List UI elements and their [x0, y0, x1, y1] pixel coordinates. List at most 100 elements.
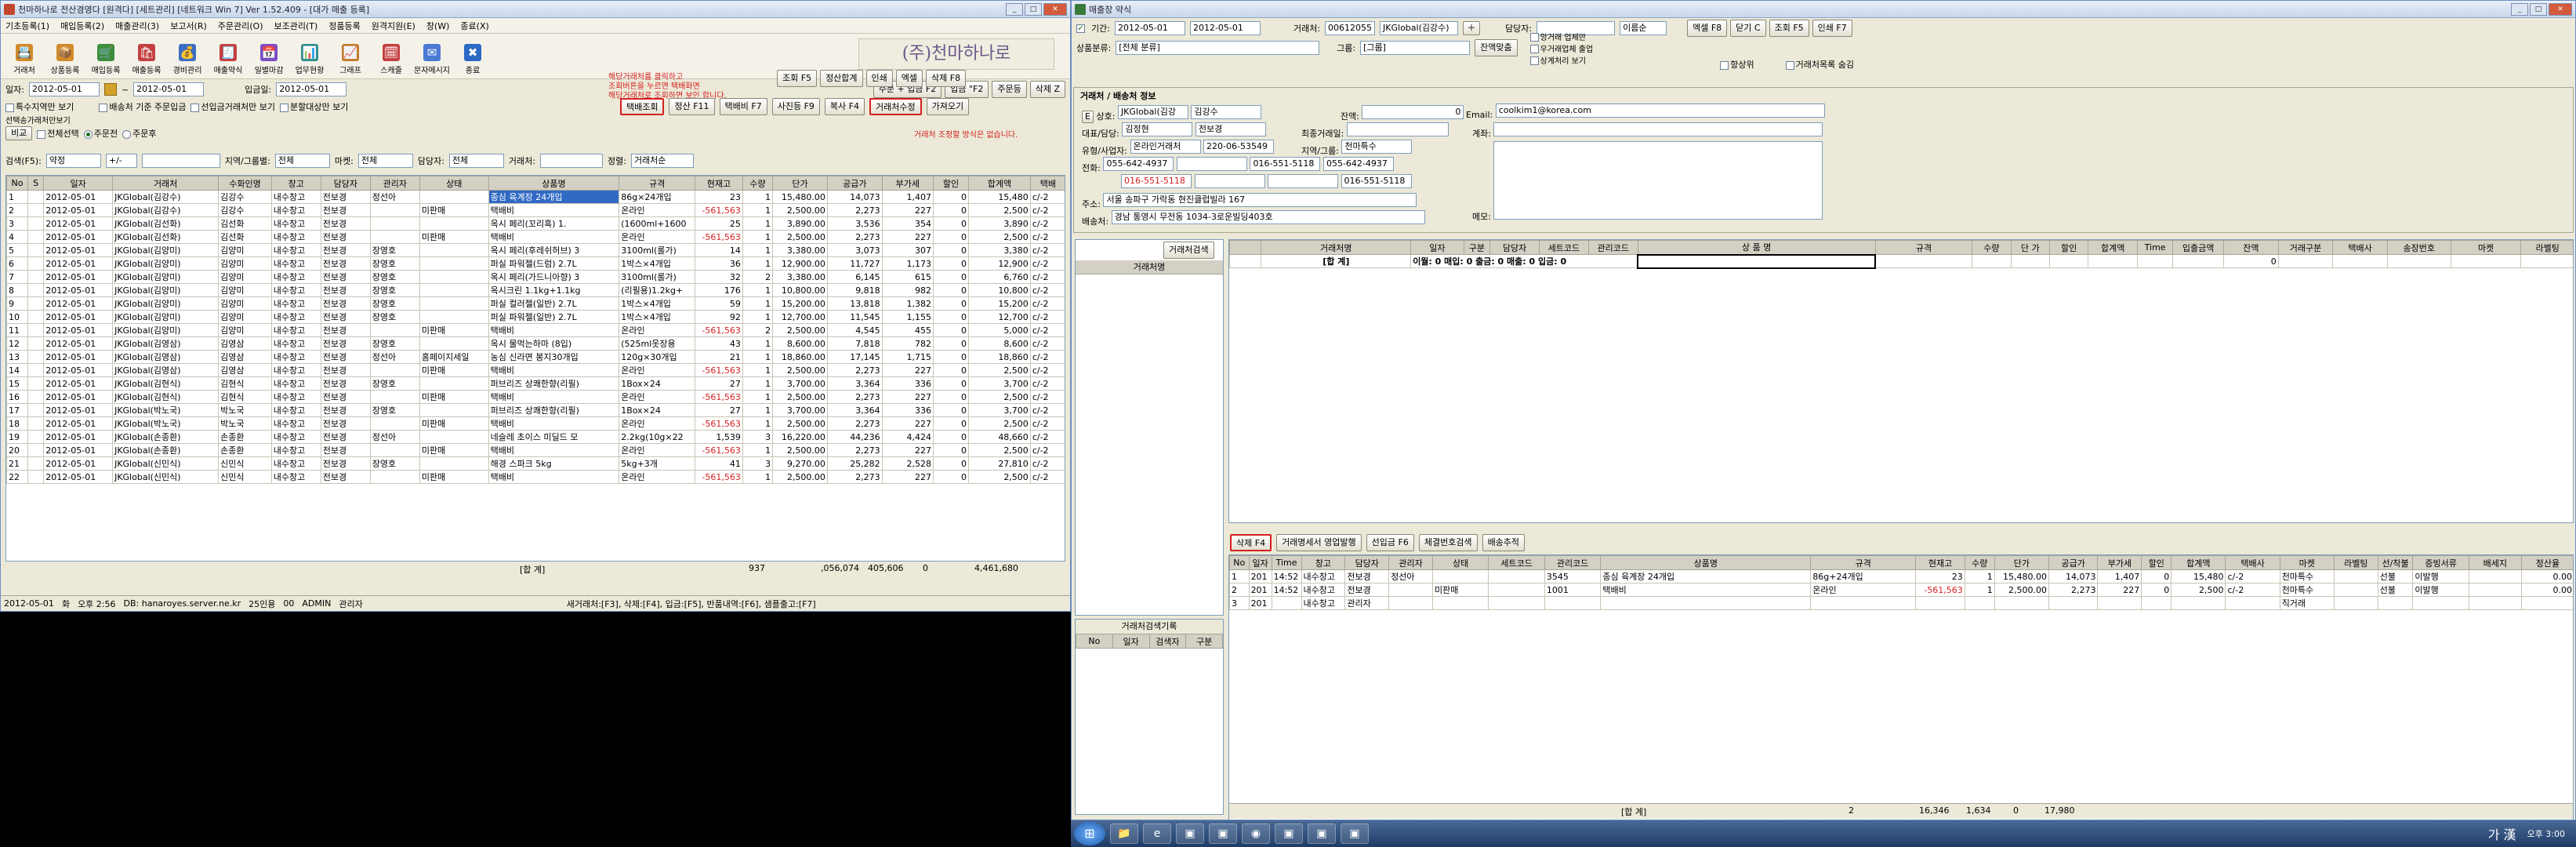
detail-cell-10[interactable]: 온라인 [1810, 583, 1917, 597]
ledger-col-13[interactable]: 입출금액 [2172, 240, 2225, 255]
table-row[interactable]: 3 2012-05-01 JKGlobal(김선화) 김선화 내수창고 전보경 옥시 페리(… [6, 216, 1065, 231]
sec-button-2[interactable]: 인쇄 [865, 70, 893, 87]
cell-0[interactable]: 2 [6, 203, 29, 217]
minimize-button-2[interactable]: _ [2511, 2, 2528, 16]
taskbar-app5-icon[interactable]: ▣ [1341, 823, 1369, 844]
cell-1[interactable] [27, 430, 45, 444]
taskbar-explorer-icon[interactable]: 📁 [1110, 823, 1138, 844]
cell-1[interactable] [27, 456, 45, 471]
r-check-2[interactable]: 상계처리 보기 [1529, 54, 1594, 66]
detail-cell-20[interactable] [2333, 583, 2378, 597]
cust-search-button[interactable]: 거래처검색 [1163, 242, 1214, 259]
menu-item-4[interactable]: 주문관리(O) [218, 20, 263, 32]
sec-button-3[interactable]: 엑셀 [895, 70, 923, 87]
sec-button-0[interactable]: 조회 F5 [777, 70, 818, 87]
detail-cell-18[interactable] [2225, 596, 2280, 610]
ledger-col-16[interactable]: 택배사 [2332, 240, 2388, 255]
cell-0[interactable]: 20 [6, 443, 29, 457]
hist-col-0[interactable]: No [1076, 634, 1113, 649]
detail-col-8[interactable]: 관리코드 [1544, 555, 1602, 570]
detail-cell-7[interactable] [1488, 583, 1545, 597]
menu-item-5[interactable]: 보조관리(T) [274, 20, 318, 32]
sort-select[interactable]: 거래처순 [630, 154, 694, 168]
detail-cell-0[interactable]: 1 [1229, 569, 1250, 583]
r-top-button-0[interactable]: 엑셀 F8 [1687, 20, 1728, 37]
detail-col-5[interactable]: 관리자 [1388, 555, 1433, 570]
detail-col-15[interactable]: 부가세 [2097, 555, 2142, 570]
detail-cell-23[interactable] [2468, 596, 2522, 610]
detail-cell-7[interactable] [1488, 569, 1545, 583]
detail-col-6[interactable]: 상태 [1431, 555, 1489, 570]
detail-cell-11[interactable]: 23 [1915, 569, 1965, 583]
detail-cell-11[interactable] [1915, 596, 1965, 610]
detail-cell-6[interactable]: 미판매 [1431, 583, 1489, 597]
table-row[interactable]: 8 2012-05-01 JKGlobal(김양미) 김양미 내수창고 전보경 장영호 옥시크… [6, 283, 1065, 297]
taskbar-ie-icon[interactable]: e [1143, 823, 1171, 844]
detail-row[interactable]: 2 201 14:52 내수창고 전보경 미판매 1001 택배비 온라인 -561,563 1 2,… [1229, 583, 2573, 597]
hist-col-1[interactable]: 일자 [1112, 634, 1150, 649]
table-row[interactable]: 21 2012-05-01 JKGlobal(신민식) 신민식 내수창고 전보경 장영호 해경… [6, 456, 1065, 471]
search-input[interactable] [141, 154, 220, 168]
always-on-top-check[interactable]: 항상위 [1720, 58, 1754, 71]
detail-cell-9[interactable]: 종심 육계장 24개입 [1600, 569, 1812, 583]
grid-col-16[interactable]: 할인 [932, 176, 970, 191]
cell-0[interactable]: 13 [6, 350, 29, 364]
detail-cell-4[interactable]: 전보경 [1344, 583, 1390, 597]
detail-cell-4[interactable]: 관리자 [1344, 596, 1390, 610]
detail-col-17[interactable]: 합계액 [2171, 555, 2226, 570]
grid-col-9[interactable]: 상품명 [488, 176, 620, 191]
ledger-col-8[interactable]: 수량 [1972, 240, 2012, 255]
detail-cell-6[interactable] [1431, 596, 1489, 610]
detail-cell-12[interactable]: 1 [1964, 569, 1995, 583]
detail-cell-8[interactable] [1544, 596, 1602, 610]
taskbar-app4-icon[interactable]: ▣ [1308, 823, 1336, 844]
table-row[interactable]: 16 2012-05-01 JKGlobal(김현식) 김현식 내수창고 전보경 미판매 택배… [6, 390, 1065, 404]
detail-row[interactable]: 1 201 14:52 내수창고 전보경 정선아 3545 종심 육계장 24개입 86g+24… [1229, 569, 2573, 583]
ledger-col-6[interactable]: 상 품 명 [1637, 240, 1876, 255]
detail-cell-20[interactable] [2333, 569, 2378, 583]
ledger-col-17[interactable]: 송장번호 [2386, 240, 2451, 255]
top-button-2[interactable]: 주문등 [992, 81, 1027, 98]
ledger-col-11[interactable]: 합계액 [2088, 240, 2139, 255]
detail-cell-22[interactable]: 이발행 [2412, 583, 2469, 597]
table-row[interactable]: 22 2012-05-01 JKGlobal(신민식) 신민식 내수창고 전보경 미판매 택배… [6, 470, 1065, 484]
detail-col-4[interactable]: 담당자 [1344, 555, 1390, 570]
detail-col-20[interactable]: 라벨팅 [2333, 555, 2378, 570]
grid-col-15[interactable]: 부가세 [881, 176, 934, 191]
detail-cell-1[interactable]: 201 [1248, 596, 1272, 610]
detail-cell-22[interactable]: 이발행 [2412, 569, 2469, 583]
r-top-button-3[interactable]: 인쇄 F7 [1812, 20, 1852, 37]
detail-cell-13[interactable]: 15,480.00 [1994, 569, 2049, 583]
ime-indicator[interactable]: 가 漢 [2488, 824, 2516, 843]
detail-col-1[interactable]: 일자 [1248, 555, 1272, 570]
menu-item-8[interactable]: 창(W) [426, 20, 450, 32]
r-top-button-2[interactable]: 조회 F5 [1769, 20, 1809, 37]
grid-col-18[interactable]: 택배 [1029, 176, 1065, 191]
date-to-input[interactable]: 2012-05-01 [133, 82, 205, 96]
lower-button-4[interactable]: 배송추적 [1482, 534, 1526, 551]
cell-0[interactable]: 3 [6, 216, 29, 231]
menu-item-0[interactable]: 기초등록(1) [5, 20, 49, 32]
grid-col-13[interactable]: 단가 [772, 176, 828, 191]
table-row[interactable]: 14 2012-05-01 JKGlobal(김영삼) 김영삼 내수창고 전보경 미판매 택배… [6, 363, 1065, 377]
ledger-col-2[interactable]: 구분 [1463, 240, 1491, 255]
grid-col-0[interactable]: No [6, 176, 29, 191]
detail-cell-5[interactable]: 정선아 [1388, 569, 1433, 583]
detail-cell-20[interactable] [2333, 596, 2378, 610]
detail-cell-5[interactable] [1388, 596, 1433, 610]
period-check[interactable] [1076, 24, 1085, 33]
radio-before-order[interactable]: 주문전 [83, 127, 118, 140]
table-row[interactable]: 13 2012-05-01 JKGlobal(김영삼) 김영삼 내수창고 전보경 정선아 홈페… [6, 350, 1065, 364]
cell-1[interactable] [27, 443, 45, 457]
detail-cell-17[interactable]: 15,480 [2171, 569, 2226, 583]
start-button[interactable]: ⊞ [1074, 822, 1105, 845]
lower-button-2[interactable]: 선입금 F6 [1366, 534, 1414, 551]
cell-0[interactable]: 1 [6, 190, 29, 204]
top-button-3[interactable]: 삭제 Z [1029, 81, 1065, 98]
cell-1[interactable] [27, 243, 45, 257]
detail-cell-13[interactable]: 2,500.00 [1994, 583, 2049, 597]
table-row[interactable]: 15 2012-05-01 JKGlobal(김현식) 김현식 내수창고 전보경 장영호 퍼브… [6, 376, 1065, 391]
hide-cust-list-check[interactable]: 거래처목록 숨김 [1785, 58, 1854, 71]
close-button[interactable]: ✕ [1043, 2, 1067, 16]
detail-row[interactable]: 3 201 내수창고 관리자 직거래 [1229, 596, 2573, 610]
